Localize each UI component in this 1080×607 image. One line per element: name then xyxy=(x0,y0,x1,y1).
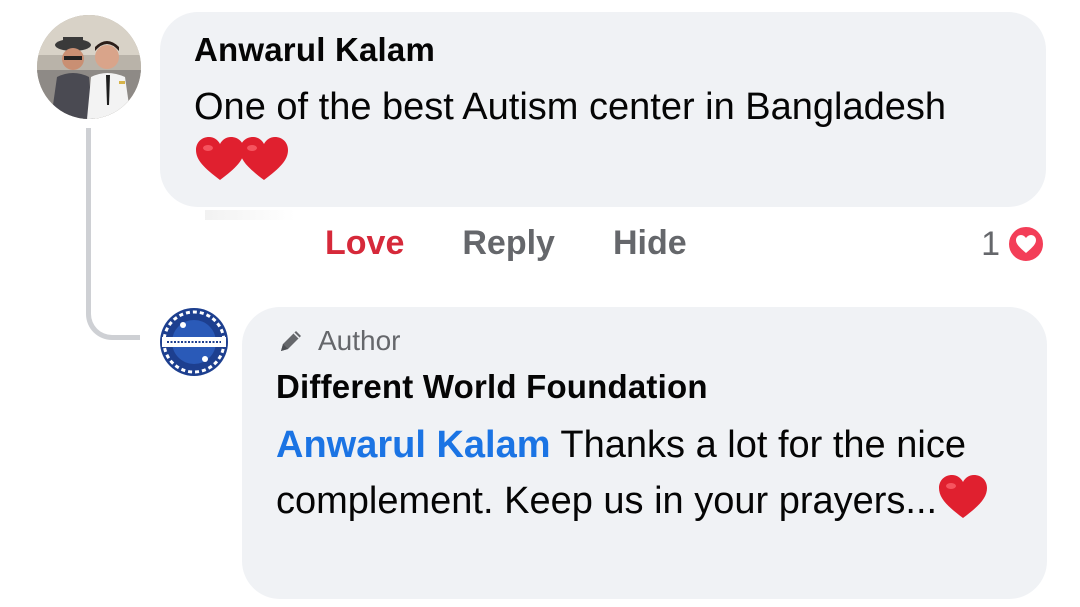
comment-text: One of the best Autism center in Banglad… xyxy=(194,79,954,191)
reply-author-name[interactable]: Different World Foundation xyxy=(276,368,708,406)
pencil-icon xyxy=(276,326,306,356)
love-icon xyxy=(1006,224,1046,264)
red-heart-emoji xyxy=(937,474,989,520)
mention-link[interactable]: Anwarul Kalam xyxy=(276,424,551,466)
reply-button[interactable]: Reply xyxy=(462,224,555,263)
reaction-summary[interactable]: 1 xyxy=(981,224,1046,264)
reply-text: Anwarul Kalam Thanks a lot for the nice … xyxy=(276,417,1016,529)
reaction-count: 1 xyxy=(981,224,1000,263)
thread-connector xyxy=(86,128,140,340)
reply-bubble: Author Different World Foundation Anwaru… xyxy=(242,307,1047,599)
avatar-anwarul-kalam[interactable] xyxy=(37,15,141,119)
author-badge: Author xyxy=(276,325,401,357)
comment-body: One of the best Autism center in Banglad… xyxy=(194,86,947,128)
love-button[interactable]: Love xyxy=(325,224,404,263)
author-badge-label: Author xyxy=(318,325,401,356)
divider-smudge xyxy=(205,210,295,220)
comment-bubble: Anwarul Kalam One of the best Autism cen… xyxy=(160,12,1046,207)
hide-button[interactable]: Hide xyxy=(613,224,687,263)
comment-author-name[interactable]: Anwarul Kalam xyxy=(194,31,435,69)
avatar-different-world-foundation[interactable] xyxy=(159,307,229,377)
comment-actions: Love Reply Hide xyxy=(325,224,745,263)
red-heart-emoji xyxy=(238,136,290,182)
